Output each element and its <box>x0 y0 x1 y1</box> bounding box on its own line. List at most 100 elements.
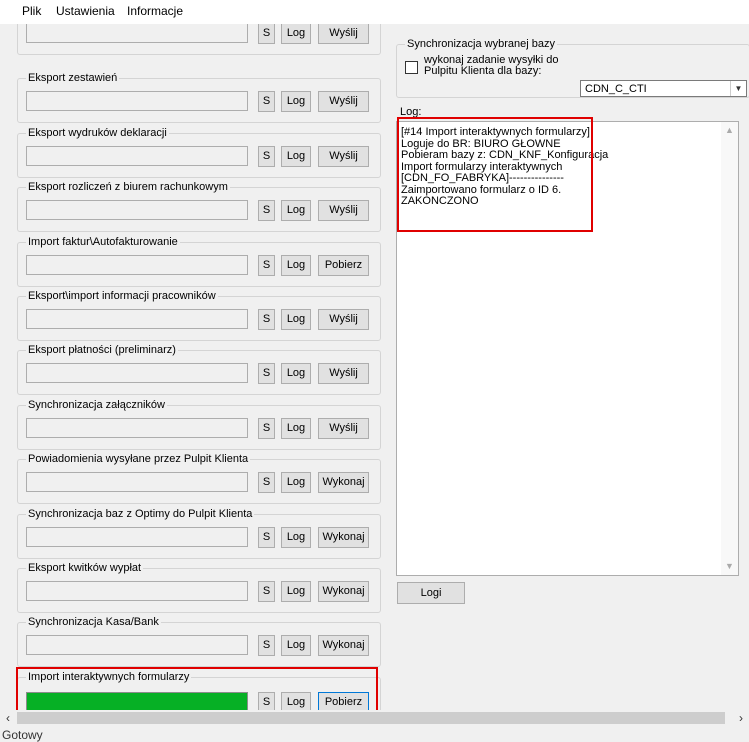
action-button[interactable]: Wyślij <box>318 418 369 439</box>
task-group: Eksport rozliczeń z biurem rachunkowym S L… <box>17 180 381 232</box>
log-button[interactable]: Log <box>281 146 311 167</box>
task-group-title: Eksport kwitków wypłat <box>26 561 144 575</box>
task-group: Eksport zestawień S Log Wyślij <box>17 71 381 123</box>
logi-button[interactable]: Logi <box>397 582 465 604</box>
task-status-field <box>26 309 248 329</box>
task-status-field <box>26 200 248 220</box>
task-group: Import interaktywnych formularzy S Log Pobi… <box>17 670 381 710</box>
task-status-field <box>26 472 248 492</box>
status-bar: Gotowy <box>0 726 749 742</box>
action-button[interactable]: Pobierz <box>318 692 369 710</box>
action-button[interactable]: Wyślij <box>318 200 369 221</box>
scroll-left-icon[interactable]: ‹ <box>0 710 16 726</box>
task-group-title: Powiadomienia wysyłane przez Pulpit Klie… <box>26 452 251 466</box>
log-button[interactable]: Log <box>281 200 311 221</box>
menu-file[interactable]: Plik <box>22 4 41 18</box>
log-button[interactable]: Log <box>281 363 311 384</box>
task-group: Eksport kwitków wypłat S Log Wykonaj <box>17 561 381 613</box>
log-label: Log: <box>400 106 422 118</box>
task-status-field <box>26 24 248 43</box>
s-button[interactable]: S <box>258 692 275 710</box>
task-group: Powiadomienia wysyłane przez Pulpit Klie… <box>17 452 381 504</box>
menu-info[interactable]: Informacje <box>127 4 183 18</box>
task-group: Eksport wydruków deklaracji S Log Wyślij <box>17 126 381 178</box>
task-status-field <box>26 418 248 438</box>
task-group-title: Synchronizacja Kasa/Bank <box>26 615 161 629</box>
s-button[interactable]: S <box>258 200 275 221</box>
log-button[interactable]: Log <box>281 581 311 602</box>
log-button[interactable]: Log <box>281 472 311 493</box>
task-group-title: Eksport\import informacji pracowników <box>26 289 218 303</box>
s-button[interactable]: S <box>258 309 275 330</box>
main-area: Eksport rejestru VAT/JPKSLogWyślijEkspor… <box>0 24 749 710</box>
horizontal-scroll-thumb[interactable] <box>17 712 725 724</box>
task-progress-bar <box>26 692 248 710</box>
log-content: [#14 Import interaktywnych formularzy] L… <box>401 126 609 207</box>
s-button[interactable]: S <box>258 635 275 656</box>
task-group-title: Synchronizacja baz z Optimy do Pulpit Kl… <box>26 507 255 521</box>
task-status-field <box>26 635 248 655</box>
task-group-title: Synchronizacja załączników <box>26 398 167 412</box>
action-button[interactable]: Wykonaj <box>318 635 369 656</box>
s-button[interactable]: S <box>258 146 275 167</box>
s-button[interactable]: S <box>258 472 275 493</box>
action-button[interactable]: Wykonaj <box>318 527 369 548</box>
task-group: Synchronizacja baz z Optimy do Pulpit Kl… <box>17 507 381 559</box>
log-button[interactable]: Log <box>281 418 311 439</box>
s-button[interactable]: S <box>258 255 275 276</box>
menu-bar: Plik Ustawienia Informacje <box>0 0 749 24</box>
action-button[interactable]: Wykonaj <box>318 472 369 493</box>
action-button[interactable]: Wyślij <box>318 309 369 330</box>
log-button[interactable]: Log <box>281 527 311 548</box>
task-status-field <box>26 91 248 111</box>
task-group: Synchronizacja Kasa/Bank S Log Wykonaj <box>17 615 381 667</box>
task-status-field <box>26 255 248 275</box>
task-group: Eksport\import informacji pracowników S Lo… <box>17 289 381 341</box>
send-task-checkbox[interactable] <box>405 61 418 74</box>
task-group-title: Eksport rozliczeń z biurem rachunkowym <box>26 180 230 194</box>
log-textarea[interactable]: [#14 Import interaktywnych formularzy] L… <box>396 121 739 576</box>
log-button[interactable]: Log <box>281 692 311 710</box>
database-select[interactable]: CDN_C_CTI ▼ <box>580 80 747 97</box>
s-button[interactable]: S <box>258 527 275 548</box>
task-group-title: Eksport wydruków deklaracji <box>26 126 169 140</box>
scroll-right-icon[interactable]: › <box>733 710 749 726</box>
menu-settings[interactable]: Ustawienia <box>56 4 115 18</box>
action-button[interactable]: Wyślij <box>318 363 369 384</box>
log-button[interactable]: Log <box>281 309 311 330</box>
task-group: Eksport rejestru VAT/JPKSLogWyślij <box>17 24 381 55</box>
scroll-up-icon[interactable]: ▲ <box>721 122 738 139</box>
action-button[interactable]: Wykonaj <box>318 581 369 602</box>
send-task-checkbox-label[interactable]: wykonaj zadanie wysyłki do Pulpitu Klien… <box>424 55 594 77</box>
log-button[interactable]: Log <box>281 255 311 276</box>
task-group: Eksport płatności (preliminarz) S Log Wyśli… <box>17 343 381 395</box>
chevron-down-icon[interactable]: ▼ <box>730 81 746 96</box>
action-button[interactable]: Wyślij <box>318 91 369 112</box>
task-status-field <box>26 363 248 383</box>
database-select-value: CDN_C_CTI <box>585 83 647 95</box>
status-text: Gotowy <box>2 728 43 742</box>
s-button[interactable]: S <box>258 418 275 439</box>
task-status-field <box>26 146 248 166</box>
log-button[interactable]: Log <box>281 635 311 656</box>
sync-group-title: Synchronizacja wybranej bazy <box>405 37 557 51</box>
log-vertical-scrollbar[interactable]: ▲ ▼ <box>721 122 738 575</box>
task-group-title: Import interaktywnych formularzy <box>26 670 192 684</box>
s-button[interactable]: S <box>258 581 275 602</box>
task-group: Synchronizacja załączników S Log Wyślij <box>17 398 381 450</box>
task-group-title: Eksport płatności (preliminarz) <box>26 343 178 357</box>
s-button[interactable]: S <box>258 24 275 44</box>
s-button[interactable]: S <box>258 91 275 112</box>
task-group: Import faktur\Autofakturowanie S Log Pobier… <box>17 235 381 287</box>
action-button[interactable]: Wyślij <box>318 146 369 167</box>
task-status-field <box>26 581 248 601</box>
log-button[interactable]: Log <box>281 91 311 112</box>
horizontal-scrollbar[interactable]: ‹ › <box>0 710 749 726</box>
sync-selected-db-group: Synchronizacja wybranej bazy wykonaj zad… <box>396 37 749 98</box>
action-button[interactable]: Wyślij <box>318 24 369 44</box>
log-button[interactable]: Log <box>281 24 311 44</box>
s-button[interactable]: S <box>258 363 275 384</box>
scroll-down-icon[interactable]: ▼ <box>721 558 738 575</box>
task-group-title: Eksport zestawień <box>26 71 120 85</box>
action-button[interactable]: Pobierz <box>318 255 369 276</box>
